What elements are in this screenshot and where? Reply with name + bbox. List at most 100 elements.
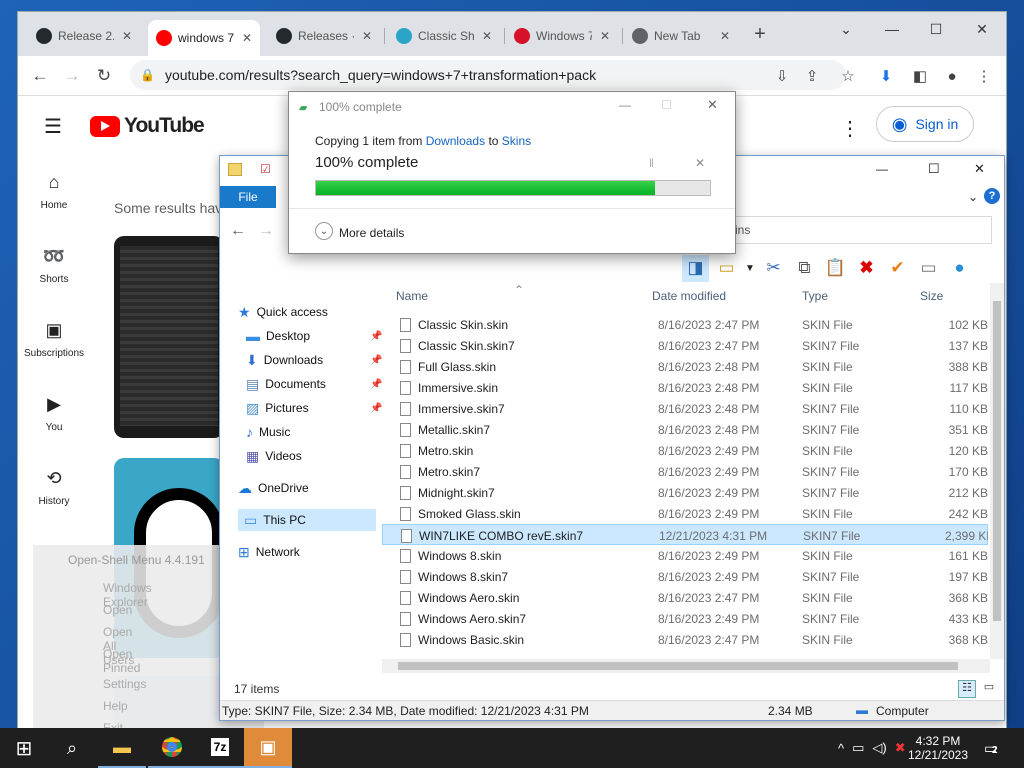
- minimize-button[interactable]: —: [619, 98, 631, 112]
- tab-0[interactable]: Release 2.2 ✕: [28, 22, 140, 50]
- options-icon[interactable]: ●: [946, 255, 973, 282]
- address-bar[interactable]: 🔒 youtube.com/results?search_query=windo…: [130, 60, 846, 90]
- copy-icon[interactable]: ⧉: [791, 255, 818, 282]
- menu-item-1[interactable]: Open: [103, 603, 132, 617]
- minimize-button[interactable]: —: [872, 16, 912, 42]
- nav-item-documents[interactable]: ▤ Documents 📌: [246, 373, 382, 395]
- search-icon[interactable]: ⌕: [48, 728, 96, 768]
- cut-icon[interactable]: ✂: [760, 255, 787, 282]
- sign-in-button[interactable]: ◉ Sign in: [876, 106, 974, 142]
- chevron-down-icon[interactable]: ⌄: [315, 222, 333, 240]
- menu-item-3[interactable]: Open Pinned: [103, 647, 140, 675]
- tab-close-icon[interactable]: ✕: [122, 29, 132, 43]
- paste-icon[interactable]: 📋: [822, 255, 849, 282]
- column-header-name[interactable]: Name: [396, 289, 428, 303]
- youtube-logo[interactable]: YouTube: [90, 114, 205, 138]
- sidebar-item-home[interactable]: ⌂ Home: [18, 172, 90, 211]
- table-row[interactable]: Metallic.skin7 8/16/2023 2:48 PM SKIN7 Fil…: [382, 419, 988, 440]
- reload-icon[interactable]: ↻: [92, 64, 116, 88]
- properties-icon[interactable]: ☑: [260, 162, 271, 176]
- dropdown-icon[interactable]: ▼: [744, 255, 756, 282]
- details-view-icon[interactable]: ☷: [958, 680, 976, 698]
- table-row[interactable]: Immersive.skin 8/16/2023 2:48 PM SKIN File…: [382, 377, 988, 398]
- back-icon[interactable]: ←: [230, 222, 246, 240]
- forward-icon[interactable]: →: [258, 222, 274, 240]
- horizontal-scrollbar[interactable]: [382, 659, 990, 673]
- forward-icon[interactable]: →: [60, 64, 84, 88]
- table-row[interactable]: Full Glass.skin 8/16/2023 2:48 PM SKIN Fil…: [382, 356, 988, 377]
- table-row[interactable]: Windows Aero.skin 8/16/2023 2:47 PM SKIN F…: [382, 587, 988, 608]
- tab-2[interactable]: Releases · Open-Shell ✕: [268, 22, 380, 50]
- tab-close-icon[interactable]: ✕: [600, 29, 610, 43]
- properties-icon[interactable]: ▭: [915, 255, 942, 282]
- table-row[interactable]: Windows 8.skin 8/16/2023 2:49 PM SKIN File…: [382, 545, 988, 566]
- tab-close-icon[interactable]: ✕: [720, 29, 730, 43]
- tab-search-icon[interactable]: ⌄: [826, 16, 866, 42]
- large-icons-view-icon[interactable]: ▭: [980, 680, 998, 698]
- nav-item-music[interactable]: ♪ Music: [246, 421, 290, 443]
- input-indicator-icon[interactable]: ✖: [895, 740, 906, 756]
- tab-3[interactable]: Classic Shell ✕: [388, 22, 500, 50]
- delete-icon[interactable]: ✖: [853, 255, 880, 282]
- settings-menu-icon[interactable]: ⋮: [840, 116, 860, 141]
- minimize-button[interactable]: —: [876, 162, 888, 176]
- maximize-button[interactable]: ☐: [661, 98, 672, 112]
- nav-item-desktop[interactable]: ▬ Desktop 📌: [246, 325, 382, 347]
- download-icon[interactable]: ⬇: [874, 64, 898, 88]
- install-icon[interactable]: ⇩: [770, 64, 794, 88]
- table-row[interactable]: Windows 8.skin7 8/16/2023 2:49 PM SKIN7 Fi…: [382, 566, 988, 587]
- volume-icon[interactable]: ◁): [872, 740, 886, 756]
- rename-icon[interactable]: ✔: [884, 255, 911, 282]
- video-thumbnail[interactable]: [114, 236, 224, 438]
- sidebar-item-subscriptions[interactable]: ▣ Subscriptions: [18, 320, 90, 359]
- pin-icon[interactable]: 📌: [370, 355, 382, 366]
- table-row[interactable]: Metro.skin 8/16/2023 2:49 PM SKIN File 120 …: [382, 440, 988, 461]
- cancel-icon[interactable]: ✕: [695, 156, 705, 170]
- 7zip-icon[interactable]: 7z: [196, 728, 244, 768]
- table-row[interactable]: WIN7LIKE COMBO revE.skin7 12/21/2023 4:31…: [382, 524, 988, 545]
- nav-item-onedrive[interactable]: ☁ OneDrive: [238, 477, 309, 499]
- control-panel-icon[interactable]: ▣: [244, 728, 292, 768]
- hamburger-icon[interactable]: ☰: [44, 114, 62, 139]
- file-explorer-icon[interactable]: ▬: [98, 728, 146, 768]
- nav-item-videos[interactable]: ▦ Videos: [246, 445, 302, 467]
- menu-item-4[interactable]: Settings: [103, 677, 146, 691]
- network-icon[interactable]: ▭: [852, 740, 864, 756]
- new-tab-button[interactable]: +: [746, 20, 774, 48]
- scroll-thumb[interactable]: [398, 662, 958, 670]
- tab-1[interactable]: windows 7 transformation ✕: [148, 20, 260, 56]
- column-header-size[interactable]: Size: [920, 289, 943, 303]
- close-button[interactable]: ✕: [974, 161, 985, 177]
- share-icon[interactable]: ⇪: [800, 64, 824, 88]
- start-button[interactable]: ⊞: [0, 728, 48, 768]
- new-folder-icon[interactable]: ▭: [713, 255, 740, 282]
- table-row[interactable]: Immersive.skin7 8/16/2023 2:48 PM SKIN7 Fi…: [382, 398, 988, 419]
- sidebar-item-shorts[interactable]: ➿ Shorts: [18, 246, 90, 285]
- tab-close-icon[interactable]: ✕: [362, 29, 372, 43]
- table-row[interactable]: Classic Skin.skin 8/16/2023 2:47 PM SKIN F…: [382, 314, 988, 335]
- maximize-button[interactable]: ☐: [928, 161, 940, 177]
- file-tab[interactable]: File: [220, 186, 276, 208]
- pause-icon[interactable]: ǁ: [649, 156, 654, 170]
- table-row[interactable]: Classic Skin.skin7 8/16/2023 2:47 PM SKIN7…: [382, 335, 988, 356]
- nav-item-network[interactable]: ⊞ Network: [238, 541, 300, 563]
- search-box[interactable]: kins: [720, 216, 992, 244]
- tab-5[interactable]: New Tab ✕: [624, 22, 742, 50]
- help-icon[interactable]: ?: [984, 188, 1000, 204]
- side-panel-icon[interactable]: ◧: [908, 64, 932, 88]
- nav-item-quick-access[interactable]: ★ Quick access: [238, 301, 328, 323]
- chevron-up-icon[interactable]: ^: [838, 741, 844, 756]
- nav-item-pictures[interactable]: ▨ Pictures 📌: [246, 397, 382, 419]
- bookmark-star-icon[interactable]: ☆: [836, 64, 860, 88]
- tab-close-icon[interactable]: ✕: [482, 29, 492, 43]
- preview-pane-icon[interactable]: ◨: [682, 254, 709, 282]
- menu-item-5[interactable]: Help: [103, 699, 128, 713]
- close-button[interactable]: ✕: [707, 97, 718, 113]
- destination-link[interactable]: Skins: [502, 134, 531, 148]
- menu-icon[interactable]: ⋮: [972, 64, 996, 88]
- table-row[interactable]: Midnight.skin7 8/16/2023 2:49 PM SKIN7 Fil…: [382, 482, 988, 503]
- table-row[interactable]: Windows Basic.skin 8/16/2023 2:47 PM SKIN …: [382, 629, 988, 650]
- pin-icon[interactable]: 📌: [370, 379, 382, 390]
- table-row[interactable]: Metro.skin7 8/16/2023 2:49 PM SKIN7 File 17…: [382, 461, 988, 482]
- table-row[interactable]: Smoked Glass.skin 8/16/2023 2:49 PM SKIN F…: [382, 503, 988, 524]
